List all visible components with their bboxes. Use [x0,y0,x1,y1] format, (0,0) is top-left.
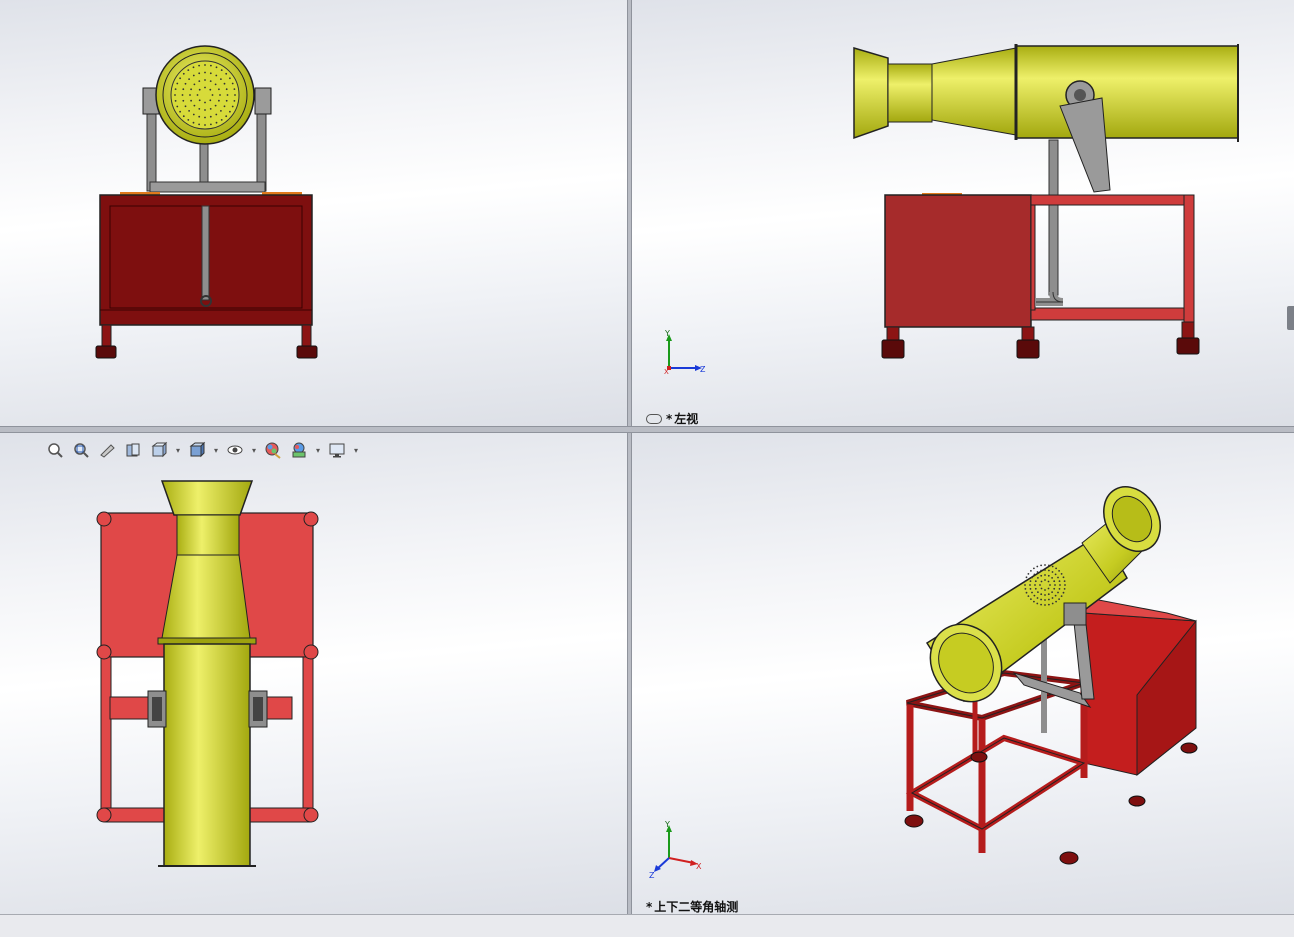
viewport-splitter-vertical[interactable] [627,0,632,914]
axis-x-label: X [664,368,669,376]
axis-z-label: Z [700,365,706,374]
top-view-drawing [96,480,319,867]
link-views-icon[interactable] [646,413,662,424]
viewport-isometric[interactable]: Y X Z * 上下二等角轴测 [632,433,1294,914]
view-label-left: * 左视 [646,410,698,426]
view-label-isometric: * 上下二等角轴测 [646,900,739,914]
viewport-splitter-horizontal[interactable] [0,426,1294,433]
status-bar [0,914,1294,937]
task-pane-tab[interactable] [1287,306,1294,330]
viewport-front[interactable] [0,0,627,426]
axis-z-label: Z [649,871,655,880]
axis-y-label: Y [664,820,670,829]
axis-y-label: Y [664,329,670,338]
front-view-drawing [95,45,318,359]
isometric-view-drawing: Y X Z [649,486,1198,880]
viewport-top[interactable]: ▾ ▾ ▾ ▾ ▾ [0,433,627,914]
axis-x-label: X [696,862,702,871]
left-view-drawing: Y Z X [664,44,1239,376]
cad-window: Y Z X * 左视 ▾ ▾ ▾ ▾ ▾ Y X Z * 上下二等角轴测 [0,0,1294,937]
viewport-left[interactable]: Y Z X * 左视 [632,0,1294,426]
